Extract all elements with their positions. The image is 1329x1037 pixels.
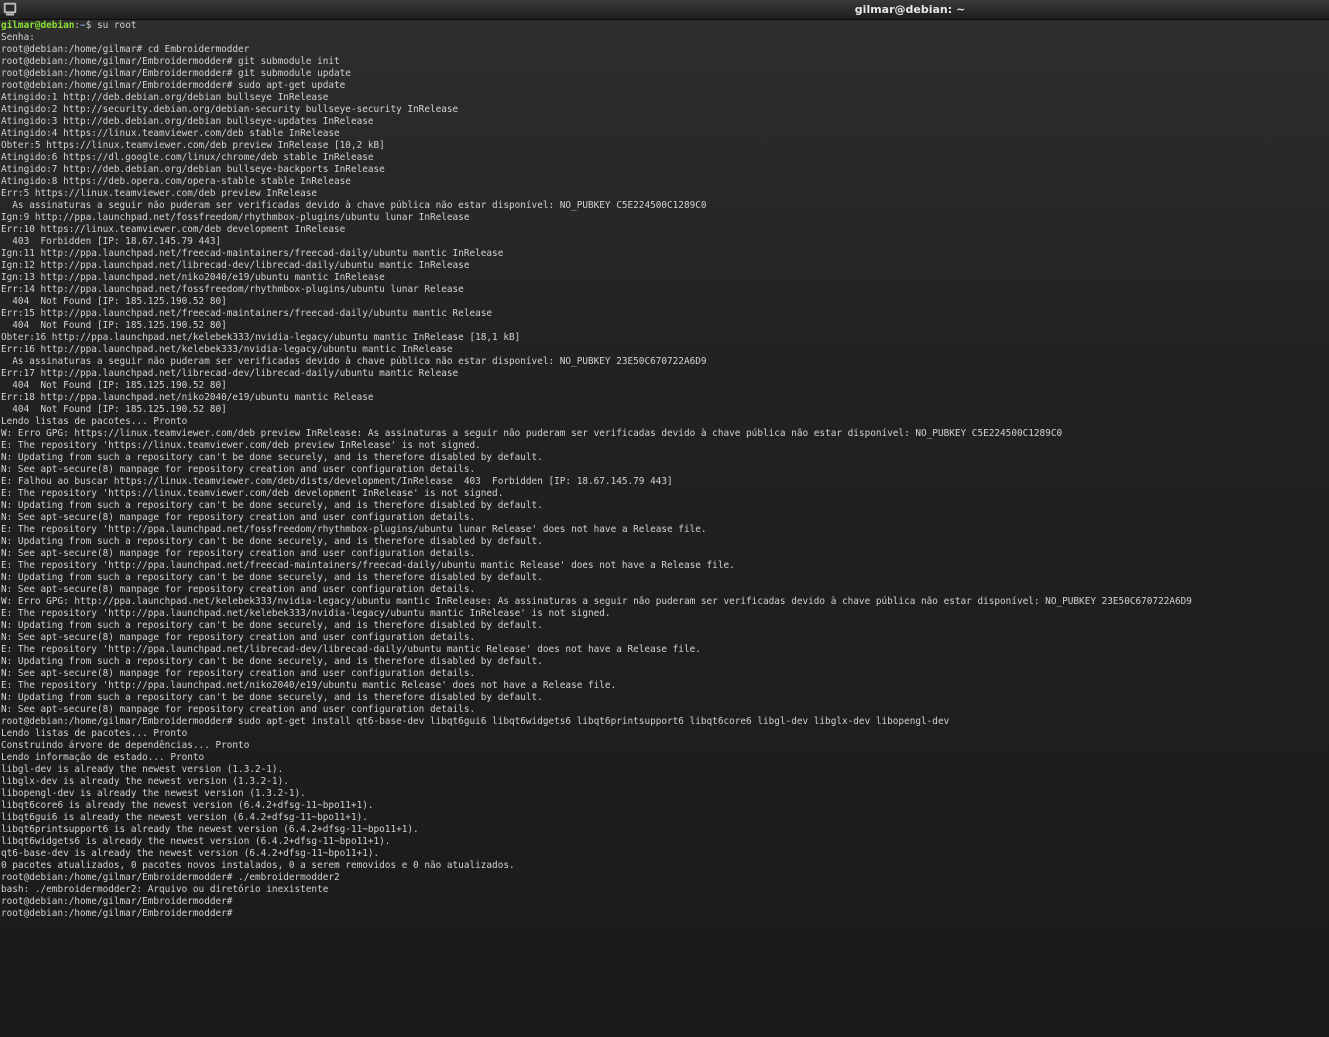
terminal-line: Ign:13 http://ppa.launchpad.net/niko2040… (1, 272, 385, 283)
terminal-line: qt6-base-dev is already the newest versi… (1, 848, 380, 859)
terminal-line: Atingido:3 http://deb.debian.org/debian … (1, 116, 374, 127)
terminal-line: Construindo árvore de dependências... Pr… (1, 740, 250, 751)
terminal-output[interactable]: gilmar@debian:~$ su root Senha: root@debi… (1, 20, 1327, 1035)
terminal-line: 403 Forbidden [IP: 18.67.145.79 443] (1, 236, 222, 247)
terminal-line: Err:10 https://linux.teamviewer.com/deb … (1, 224, 346, 235)
terminal-icon[interactable] (3, 2, 17, 16)
terminal-line: Err:16 http://ppa.launchpad.net/kelebek3… (1, 344, 453, 355)
terminal-line: W: Erro GPG: https://linux.teamviewer.co… (1, 428, 1063, 439)
prompt-command: $ su root (85, 20, 137, 31)
terminal-line: N: Updating from such a repository can't… (1, 536, 543, 547)
terminal-line: Obter:5 https://linux.teamviewer.com/deb… (1, 140, 385, 151)
terminal-line: Obter:16 http://ppa.launchpad.net/kelebe… (1, 332, 521, 343)
terminal-line: As assinaturas a seguir não puderam ser … (1, 356, 707, 367)
terminal-line: E: The repository 'https://linux.teamvie… (1, 440, 481, 451)
terminal-line: Err:14 http://ppa.launchpad.net/fossfree… (1, 284, 464, 295)
terminal-line: W: Erro GPG: http://ppa.launchpad.net/ke… (1, 596, 1192, 607)
terminal-line: Err:18 http://ppa.launchpad.net/niko2040… (1, 392, 374, 403)
terminal-line: N: See apt-secure(8) manpage for reposit… (1, 512, 476, 523)
title-bar[interactable]: gilmar@debian: ~ (0, 0, 1329, 20)
terminal-line: Lendo informação de estado... Pronto (1, 752, 205, 763)
terminal-line: Atingido:8 https://deb.opera.com/opera-s… (1, 176, 351, 187)
terminal-line: Senha: (1, 32, 35, 43)
terminal-line: root@debian:/home/gilmar/Embroidermodder… (1, 872, 340, 883)
terminal-line: 404 Not Found [IP: 185.125.190.52 80] (1, 380, 227, 391)
terminal-line: E: The repository 'http://ppa.launchpad.… (1, 608, 611, 619)
terminal-line: As assinaturas a seguir não puderam ser … (1, 200, 707, 211)
window-title: gilmar@debian: ~ (854, 3, 966, 16)
terminal-line: E: The repository 'http://ppa.launchpad.… (1, 524, 707, 535)
terminal-line: Err:17 http://ppa.launchpad.net/librecad… (1, 368, 459, 379)
terminal-line: root@debian:/home/gilmar# cd Embroidermo… (1, 44, 250, 55)
terminal-line: N: See apt-secure(8) manpage for reposit… (1, 584, 476, 595)
terminal-line: N: Updating from such a repository can't… (1, 572, 543, 583)
terminal-line: root@debian:/home/gilmar/Embroidermodder… (1, 908, 233, 919)
terminal-line: libqt6gui6 is already the newest version… (1, 812, 368, 823)
terminal-line: Ign:9 http://ppa.launchpad.net/fossfreed… (1, 212, 470, 223)
terminal-line: bash: ./embroidermodder2: Arquivo ou dir… (1, 884, 329, 895)
terminal-line: Ign:12 http://ppa.launchpad.net/librecad… (1, 260, 470, 271)
terminal-line: N: Updating from such a repository can't… (1, 656, 543, 667)
prompt-user-host: gilmar@debian (1, 20, 75, 31)
terminal-line: 404 Not Found [IP: 185.125.190.52 80] (1, 296, 227, 307)
terminal-line: E: The repository 'https://linux.teamvie… (1, 488, 504, 499)
terminal-line: N: Updating from such a repository can't… (1, 452, 543, 463)
terminal-line: Atingido:6 https://dl.google.com/linux/c… (1, 152, 374, 163)
terminal-line: Atingido:4 https://linux.teamviewer.com/… (1, 128, 340, 139)
terminal-line: E: The repository 'http://ppa.launchpad.… (1, 680, 617, 691)
terminal-line: libopengl-dev is already the newest vers… (1, 788, 306, 799)
terminal-line: root@debian:/home/gilmar/Embroidermodder… (1, 68, 351, 79)
terminal-lines: Senha: root@debian:/home/gilmar# cd Embro… (1, 32, 1327, 920)
terminal-line: N: See apt-secure(8) manpage for reposit… (1, 704, 476, 715)
terminal-line: N: See apt-secure(8) manpage for reposit… (1, 632, 476, 643)
terminal-line: root@debian:/home/gilmar/Embroidermodder… (1, 896, 233, 907)
terminal-line: Lendo listas de pacotes... Pronto (1, 728, 188, 739)
terminal-window: gilmar@debian: ~ gilmar@debian:~$ su roo… (0, 0, 1329, 1037)
terminal-line-prompt: gilmar@debian:~$ su root (1, 20, 1327, 32)
terminal-line: N: Updating from such a repository can't… (1, 620, 543, 631)
terminal-line: Err:5 https://linux.teamviewer.com/deb p… (1, 188, 318, 199)
terminal-line: libqt6widgets6 is already the newest ver… (1, 836, 391, 847)
terminal-line: libqt6core6 is already the newest versio… (1, 800, 374, 811)
terminal-line: N: Updating from such a repository can't… (1, 692, 543, 703)
terminal-line: E: The repository 'http://ppa.launchpad.… (1, 644, 701, 655)
terminal-line: 0 pacotes atualizados, 0 pacotes novos i… (1, 860, 515, 871)
terminal-line: N: See apt-secure(8) manpage for reposit… (1, 668, 476, 679)
terminal-line: Atingido:2 http://security.debian.org/de… (1, 104, 459, 115)
terminal-line: Ign:11 http://ppa.launchpad.net/freecad-… (1, 248, 504, 259)
terminal-line: root@debian:/home/gilmar/Embroidermodder… (1, 80, 346, 91)
terminal-line: E: The repository 'http://ppa.launchpad.… (1, 560, 735, 571)
terminal-line: Lendo listas de pacotes... Pronto (1, 416, 188, 427)
terminal-line: N: See apt-secure(8) manpage for reposit… (1, 548, 476, 559)
terminal-line: N: Updating from such a repository can't… (1, 500, 543, 511)
terminal-line: root@debian:/home/gilmar/Embroidermodder… (1, 56, 340, 67)
terminal-line: libgl-dev is already the newest version … (1, 764, 284, 775)
terminal-line: Atingido:7 http://deb.debian.org/debian … (1, 164, 385, 175)
terminal-line: libqt6printsupport6 is already the newes… (1, 824, 419, 835)
terminal-line: 404 Not Found [IP: 185.125.190.52 80] (1, 404, 227, 415)
terminal-line: E: Falhou ao buscar https://linux.teamvi… (1, 476, 673, 487)
terminal-line: Err:15 http://ppa.launchpad.net/freecad-… (1, 308, 493, 319)
terminal-line: root@debian:/home/gilmar/Embroidermodder… (1, 716, 950, 727)
terminal-line: N: See apt-secure(8) manpage for reposit… (1, 464, 476, 475)
terminal-line: libglx-dev is already the newest version… (1, 776, 289, 787)
terminal-line: Atingido:1 http://deb.debian.org/debian … (1, 92, 329, 103)
terminal-line: 404 Not Found [IP: 185.125.190.52 80] (1, 320, 227, 331)
